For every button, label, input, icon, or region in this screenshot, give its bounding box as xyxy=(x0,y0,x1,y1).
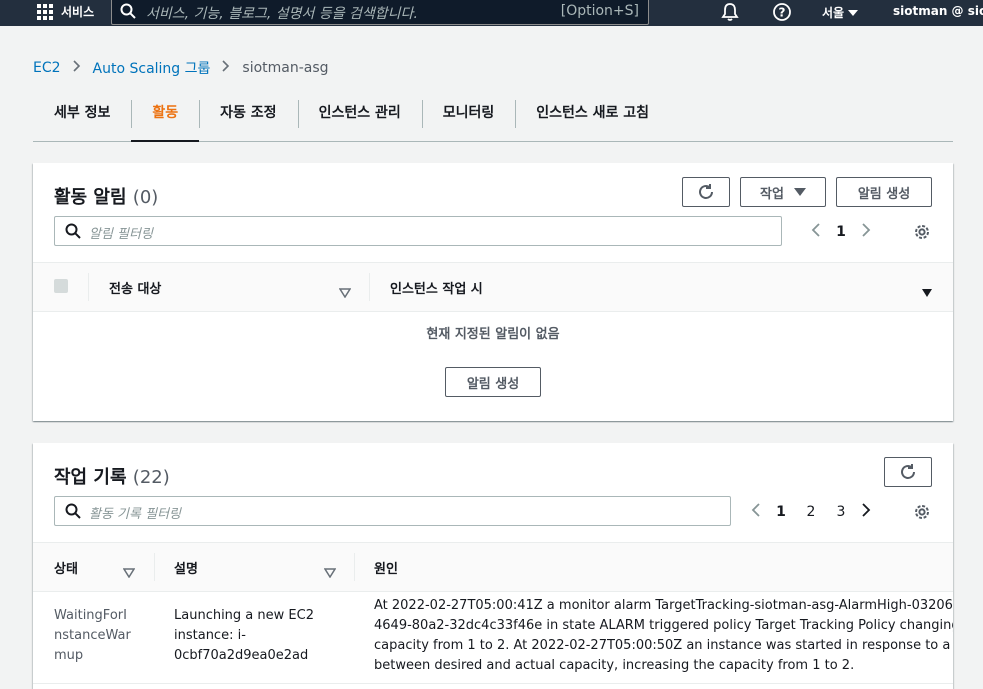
caret-down-icon xyxy=(793,188,806,196)
cause-line: At 2022-02-27T05:00:41Z a monitor alarm … xyxy=(374,598,953,613)
tab-instance-refresh[interactable]: 인스턴스 새로 고침 xyxy=(515,96,670,141)
select-all-checkbox[interactable] xyxy=(54,279,68,293)
history-pagination: 1 2 3 xyxy=(746,502,876,522)
status-line: WaitingForI xyxy=(54,608,127,623)
breadcrumb-current: siotman-asg xyxy=(242,60,329,76)
search-placeholder: 서비스, 기능, 블로그, 설명서 등을 검색합니다. xyxy=(146,6,418,22)
history-count: (22) xyxy=(132,467,170,488)
tab-details[interactable]: 세부 정보 xyxy=(33,96,131,141)
svg-text:?: ? xyxy=(779,6,786,20)
activity-history-panel: 작업 기록 (22) 활동 기록 필터링 1 2 3 상태 설명 원인 Wait… xyxy=(33,443,953,689)
sort-icon[interactable] xyxy=(323,563,337,582)
chevron-right-icon[interactable] xyxy=(856,502,876,522)
notifications-count: (0) xyxy=(132,187,159,208)
status-cell: WaitingForI nstanceWar mup xyxy=(54,606,144,666)
tab-bar: 세부 정보 활동 자동 조정 인스턴스 관리 모니터링 인스턴스 새로 고침 xyxy=(33,96,953,142)
create-notification-empty-button[interactable]: 알림 생성 xyxy=(445,367,541,397)
column-header-description[interactable]: 설명 xyxy=(174,543,198,591)
chevron-right-icon xyxy=(72,60,81,76)
notifications-title: 활동 알림 xyxy=(54,187,127,208)
history-title: 작업 기록 xyxy=(54,467,127,488)
page-number[interactable]: 1 xyxy=(766,504,796,520)
empty-state-text: 현재 지정된 알림이 없음 xyxy=(426,327,560,342)
refresh-icon xyxy=(901,464,915,479)
refresh-button[interactable] xyxy=(884,457,932,487)
actions-label: 작업 xyxy=(760,186,784,202)
cause-cell: At 2022-02-27T05:00:41Z a monitor alarm … xyxy=(374,596,953,676)
search-icon xyxy=(65,223,81,243)
breadcrumb: EC2 Auto Scaling 그룹 siotman-asg xyxy=(33,58,329,78)
services-menu-button[interactable]: 서비스 xyxy=(61,3,94,20)
page-number[interactable]: 1 xyxy=(826,224,856,240)
notifications-bell-icon[interactable] xyxy=(721,2,739,26)
account-menu[interactable]: siotman @ siotm xyxy=(893,4,983,18)
search-icon xyxy=(120,3,136,23)
cause-line: capacity from 1 to 2. At 2022-02-27T05:0… xyxy=(374,638,953,653)
search-icon xyxy=(65,503,81,523)
caret-down-icon xyxy=(848,10,859,16)
cause-line: 4649-80a2-32dc4c33f46e in state ALARM tr… xyxy=(374,618,953,633)
region-selector[interactable]: 서울 xyxy=(822,4,859,21)
tab-instance-management[interactable]: 인스턴스 관리 xyxy=(297,96,422,141)
chevron-right-icon xyxy=(222,60,230,76)
history-filter-input[interactable]: 활동 기록 필터링 xyxy=(54,496,731,526)
panel-title: 활동 알림 (0) xyxy=(54,183,158,209)
sort-icon[interactable] xyxy=(122,563,136,582)
top-navigation-bar: 서비스 서비스, 기능, 블로그, 설명서 등을 검색합니다. [Option+… xyxy=(0,0,983,26)
filter-placeholder: 활동 기록 필터링 xyxy=(89,507,181,522)
column-header-cause[interactable]: 원인 xyxy=(374,543,398,591)
sort-desc-icon[interactable] xyxy=(921,283,933,302)
status-line: mup xyxy=(54,648,84,663)
column-header-status[interactable]: 상태 xyxy=(54,543,78,591)
panel-title: 작업 기록 (22) xyxy=(54,463,170,489)
activity-notifications-panel: 활동 알림 (0) 작업 알림 생성 알림 필터링 1 전송 대상 인스턴스 작… xyxy=(33,163,953,421)
cause-line: between desired and actual capacity, inc… xyxy=(374,658,855,673)
description-line: instance: i- xyxy=(174,628,246,643)
breadcrumb-link-ec2[interactable]: EC2 xyxy=(33,60,61,76)
notifications-pagination: 1 xyxy=(806,222,876,242)
sort-icon[interactable] xyxy=(338,283,352,302)
filter-placeholder: 알림 필터링 xyxy=(89,227,153,242)
description-line: 0cbf70a2d9ea0e2ad xyxy=(174,648,309,663)
actions-dropdown-button[interactable]: 작업 xyxy=(740,177,826,207)
column-divider xyxy=(154,553,155,581)
gear-icon[interactable] xyxy=(913,223,931,245)
page-number[interactable]: 3 xyxy=(826,504,856,520)
column-divider xyxy=(88,273,89,301)
region-label: 서울 xyxy=(822,6,845,20)
chevron-left-icon[interactable] xyxy=(806,222,826,242)
notification-filter-input[interactable]: 알림 필터링 xyxy=(54,216,782,246)
chevron-left-icon[interactable] xyxy=(746,502,766,522)
page-number[interactable]: 2 xyxy=(796,504,826,520)
search-shortcut-hint: [Option+S] xyxy=(560,3,639,19)
breadcrumb-link-auto-scaling[interactable]: Auto Scaling 그룹 xyxy=(93,58,211,78)
description-line: Launching a new EC2 xyxy=(174,608,314,623)
notifications-table-header: 전송 대상 인스턴스 작업 시 xyxy=(33,262,953,312)
create-notification-button[interactable]: 알림 생성 xyxy=(836,177,932,207)
column-divider xyxy=(354,553,355,581)
refresh-icon xyxy=(699,184,713,199)
history-table-header: 상태 설명 원인 xyxy=(33,542,953,592)
gear-icon[interactable] xyxy=(913,503,931,525)
column-header-recipient[interactable]: 전송 대상 xyxy=(109,263,161,311)
tab-activity[interactable]: 활동 xyxy=(131,96,199,142)
table-row: WaitingForI nstanceWar mup Launching a n… xyxy=(33,592,953,684)
description-cell: Launching a new EC2 instance: i- 0cbf70a… xyxy=(174,606,344,666)
chevron-right-icon[interactable] xyxy=(856,222,876,242)
status-line: nstanceWar xyxy=(54,628,131,643)
column-divider xyxy=(369,273,370,301)
refresh-button[interactable] xyxy=(682,177,730,207)
tab-monitoring[interactable]: 모니터링 xyxy=(421,96,516,141)
help-icon[interactable]: ? xyxy=(772,2,792,26)
tab-automatic-scaling[interactable]: 자동 조정 xyxy=(199,96,297,141)
global-search-input[interactable]: 서비스, 기능, 블로그, 설명서 등을 검색합니다. [Option+S] xyxy=(111,0,649,25)
services-grid-icon[interactable] xyxy=(37,4,53,20)
column-header-instance-action[interactable]: 인스턴스 작업 시 xyxy=(390,263,483,311)
